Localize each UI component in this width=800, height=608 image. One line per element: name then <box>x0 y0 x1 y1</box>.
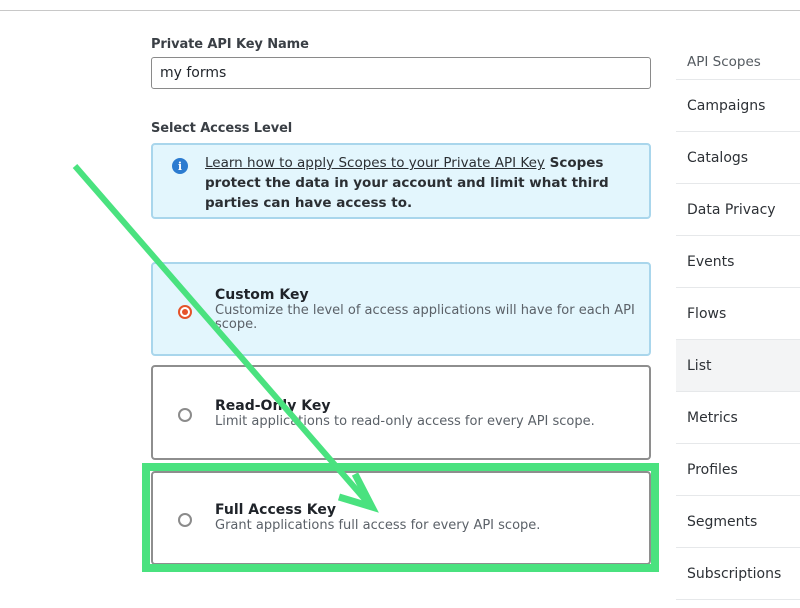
sidebar-item-campaigns[interactable]: Campaigns <box>676 80 800 132</box>
option-read-only-key[interactable]: Read-Only Key Limit applications to read… <box>151 365 651 460</box>
sidebar-item-subscriptions[interactable]: Subscriptions <box>676 548 800 600</box>
info-circle-icon: i <box>172 158 188 174</box>
radio-full-access-key[interactable] <box>178 513 192 527</box>
option-title: Custom Key <box>215 287 309 303</box>
sidebar-item-profiles[interactable]: Profiles <box>676 444 800 496</box>
access-level-label: Select Access Level <box>151 121 293 136</box>
sidebar-item-list[interactable]: List <box>676 340 800 392</box>
learn-scopes-link[interactable]: Learn how to apply Scopes to your Privat… <box>205 155 545 171</box>
sidebar-item-flows[interactable]: Flows <box>676 288 800 340</box>
key-name-label: Private API Key Name <box>151 37 309 52</box>
sidebar-item-data-privacy[interactable]: Data Privacy <box>676 184 800 236</box>
sidebar-item-events[interactable]: Events <box>676 236 800 288</box>
scopes-info-banner: i Learn how to apply Scopes to your Priv… <box>151 143 651 219</box>
info-text: Learn how to apply Scopes to your Privat… <box>205 153 625 213</box>
option-description: Customize the level of access applicatio… <box>215 303 635 332</box>
top-divider <box>0 10 800 11</box>
radio-read-only-key[interactable] <box>178 408 192 422</box>
sidebar-item-segments[interactable]: Segments <box>676 496 800 548</box>
option-description: Grant applications full access for every… <box>215 518 541 533</box>
option-title: Read-Only Key <box>215 398 331 414</box>
sidebar-item-metrics[interactable]: Metrics <box>676 392 800 444</box>
api-scopes-sidebar: API Scopes Campaigns Catalogs Data Priva… <box>676 42 800 600</box>
sidebar-item-catalogs[interactable]: Catalogs <box>676 132 800 184</box>
option-description: Limit applications to read-only access f… <box>215 414 595 429</box>
key-name-input[interactable] <box>151 57 651 89</box>
radio-custom-key[interactable] <box>178 305 192 319</box>
sidebar-heading: API Scopes <box>676 42 800 80</box>
option-custom-key[interactable]: Custom Key Customize the level of access… <box>151 262 651 356</box>
option-full-access-key[interactable]: Full Access Key Grant applications full … <box>151 471 651 565</box>
option-title: Full Access Key <box>215 502 336 518</box>
